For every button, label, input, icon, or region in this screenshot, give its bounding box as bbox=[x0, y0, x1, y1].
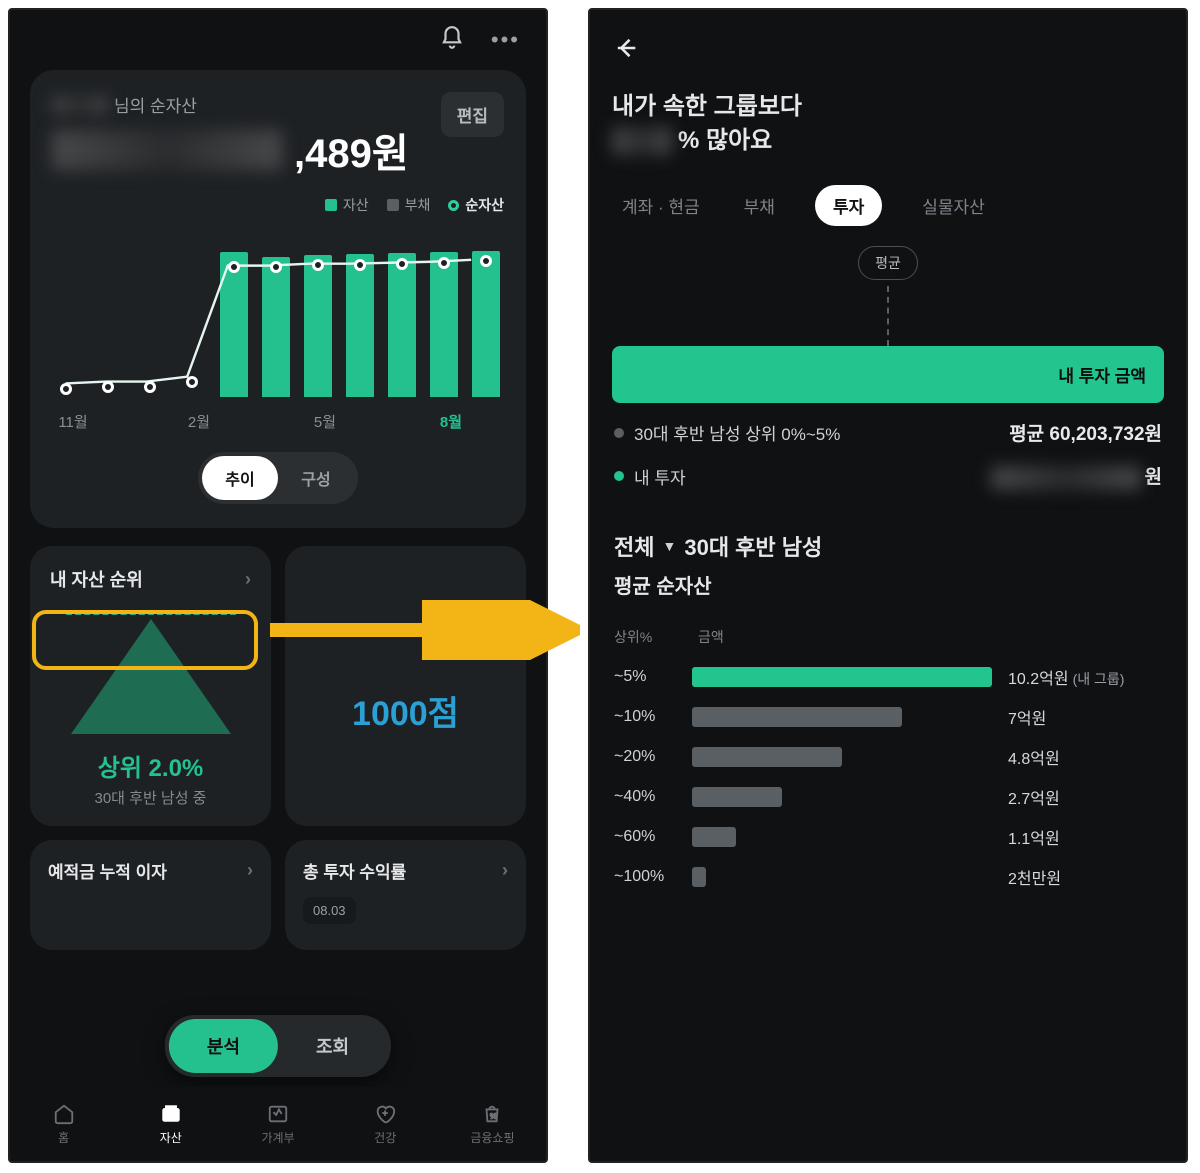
tab-shop[interactable]: % 금융쇼핑 bbox=[439, 1087, 546, 1161]
tab-ledger[interactable]: 가계부 bbox=[224, 1087, 331, 1161]
svg-text:%: % bbox=[491, 1111, 498, 1120]
distribution-filter[interactable]: 전체 ▼ 30대 후반 남성 bbox=[590, 490, 1186, 568]
notification-bell-icon[interactable] bbox=[439, 25, 465, 56]
dist-bar bbox=[692, 827, 736, 847]
my-invest-label: 내 투자 bbox=[634, 464, 686, 489]
back-arrow-icon[interactable] bbox=[612, 34, 640, 67]
mode-floating-pill[interactable]: 분석 조회 bbox=[165, 1015, 391, 1077]
networth-subtitle: 님의 순자산 bbox=[52, 92, 409, 117]
dist-percentile: ~40% bbox=[614, 788, 676, 806]
distribution-list: ~5% 10.2억원(내 그룹) ~10% 7억원 ~20% 4.8억원 ~40% 2.7억원… bbox=[590, 657, 1186, 897]
dropdown-caret-icon: ▼ bbox=[662, 538, 676, 554]
dist-percentile: ~20% bbox=[614, 748, 676, 766]
dist-bar bbox=[692, 787, 782, 807]
month-axis: 11월 2월 5월 8월 bbox=[52, 411, 504, 432]
dist-value: 7억원 bbox=[1008, 705, 1046, 729]
page-title: 내가 속한 그룹보다 % 많아요 bbox=[590, 90, 1186, 157]
seg-real[interactable]: 실물자산 bbox=[918, 185, 989, 226]
pill-analyze[interactable]: 분석 bbox=[169, 1019, 278, 1073]
dist-bar bbox=[692, 747, 842, 767]
chevron-right-icon: › bbox=[502, 860, 508, 881]
dist-value: 4.8억원 bbox=[1008, 745, 1060, 769]
dist-percentile: ~60% bbox=[614, 828, 676, 846]
seg-account[interactable]: 계좌 · 현금 bbox=[618, 185, 704, 226]
date-pill: 08.03 bbox=[303, 897, 356, 924]
overflow-menu-icon[interactable]: ••• bbox=[491, 27, 520, 53]
phone-left: ••• 님의 순자산 ,489원 편집 자산 부채 순자산 bbox=[8, 8, 548, 1163]
dist-bar bbox=[692, 867, 706, 887]
arrow-annotation bbox=[270, 600, 580, 660]
tab-asset[interactable]: 자산 bbox=[117, 1087, 224, 1161]
deposit-interest-tile[interactable]: 예적금 누적 이자 › bbox=[30, 840, 271, 950]
credit-score: 1000점 bbox=[285, 686, 526, 735]
networth-card: 님의 순자산 ,489원 편집 자산 부채 순자산 bbox=[30, 70, 526, 528]
rank-triangle-graphic: 상위 2.0% 30대 후반 남성 중 bbox=[50, 612, 251, 808]
phone-right: 내가 속한 그룹보다 % 많아요 계좌 · 현금 부채 투자 실물자산 평균 내… bbox=[588, 8, 1188, 1163]
rank-percentile: 상위 2.0% bbox=[98, 748, 204, 783]
pill-lookup[interactable]: 조회 bbox=[278, 1019, 387, 1073]
distribution-row: ~20% 4.8억원 bbox=[590, 737, 1186, 777]
dist-value: 2.7억원 bbox=[1008, 785, 1060, 809]
deposit-tile-title: 예적금 누적 이자 bbox=[48, 858, 167, 883]
group-average-value: 평균 60,203,732원 bbox=[1009, 419, 1162, 446]
chevron-right-icon: › bbox=[245, 569, 251, 590]
invest-return-tile[interactable]: 총 투자 수익률 › 08.03 bbox=[285, 840, 526, 950]
legend-dot-green bbox=[614, 471, 624, 481]
distribution-row: ~100% 2천만원 bbox=[590, 857, 1186, 897]
avg-guideline bbox=[887, 286, 889, 346]
asset-rank-tile[interactable]: 내 자산 순위 › 상위 2.0% 30대 후반 남성 중 bbox=[30, 546, 271, 826]
my-invest-full-bar: 내 투자 금액 bbox=[612, 346, 1164, 403]
dist-percentile: ~5% bbox=[614, 668, 676, 686]
dist-bar bbox=[692, 707, 902, 727]
asset-rank-title: 내 자산 순위 bbox=[50, 566, 143, 592]
invest-tile-title: 총 투자 수익률 bbox=[303, 858, 406, 883]
average-chip: 평균 bbox=[590, 246, 1186, 280]
top-bar: ••• bbox=[10, 10, 546, 70]
distribution-title: 평균 순자산 bbox=[590, 568, 1186, 617]
legend-dot-grey bbox=[614, 428, 624, 438]
toggle-trend[interactable]: 추이 bbox=[202, 456, 278, 500]
dist-value: 2천만원 bbox=[1008, 865, 1061, 889]
networth-amount: ,489원 bbox=[52, 121, 409, 179]
dist-value: 10.2억원(내 그룹) bbox=[1008, 665, 1124, 689]
dist-percentile: ~100% bbox=[614, 868, 676, 886]
distribution-row: ~10% 7억원 bbox=[590, 697, 1186, 737]
edit-button[interactable]: 편집 bbox=[441, 92, 504, 137]
distribution-columns: 상위% 금액 bbox=[590, 617, 1186, 657]
dist-value: 1.1억원 bbox=[1008, 825, 1060, 849]
category-segments: 계좌 · 현금 부채 투자 실물자산 bbox=[590, 157, 1186, 246]
bottom-tabbar: 홈 자산 가계부 건강 % 금융쇼핑 bbox=[10, 1087, 546, 1161]
chevron-right-icon: › bbox=[247, 860, 253, 881]
dist-bar bbox=[692, 667, 992, 687]
my-invest-value: 원 bbox=[991, 462, 1162, 490]
networth-chart[interactable] bbox=[52, 227, 504, 397]
tab-home[interactable]: 홈 bbox=[10, 1087, 117, 1161]
seg-debt[interactable]: 부채 bbox=[740, 185, 779, 226]
distribution-row: ~40% 2.7억원 bbox=[590, 777, 1186, 817]
group-range-label: 30대 후반 남성 상위 0%~5% bbox=[634, 420, 840, 445]
chart-legend: 자산 부채 순자산 bbox=[52, 195, 504, 215]
distribution-row: ~60% 1.1억원 bbox=[590, 817, 1186, 857]
rank-subtitle: 30대 후반 남성 중 bbox=[95, 787, 207, 808]
chart-mode-toggle[interactable]: 추이 구성 bbox=[198, 452, 358, 504]
dist-percentile: ~10% bbox=[614, 708, 676, 726]
tab-health[interactable]: 건강 bbox=[332, 1087, 439, 1161]
score-tile[interactable]: 1000점 bbox=[285, 546, 526, 826]
seg-invest[interactable]: 투자 bbox=[815, 185, 882, 226]
toggle-composition[interactable]: 구성 bbox=[278, 456, 354, 500]
distribution-row: ~5% 10.2억원(내 그룹) bbox=[590, 657, 1186, 697]
